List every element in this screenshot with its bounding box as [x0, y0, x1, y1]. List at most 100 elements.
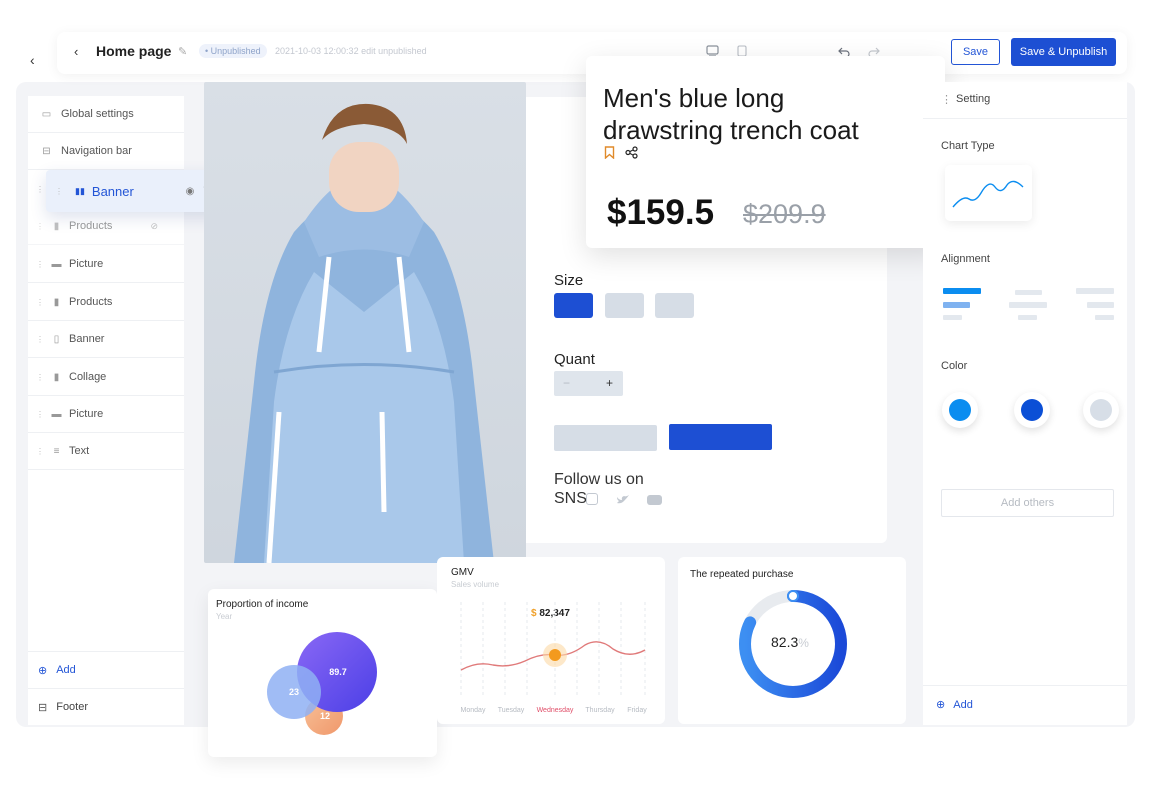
product-title: Men's blue long drawstring trench coat	[603, 82, 859, 146]
sidebar-item-label: Banner	[69, 333, 105, 345]
youtube-icon[interactable]	[647, 495, 662, 505]
back-icon[interactable]: ‹	[74, 44, 78, 59]
gmv-x-tick-label: Tuesday	[498, 707, 525, 714]
sidebar-item-picture[interactable]: ⋮ ▬ Picture	[28, 246, 184, 283]
divider	[923, 118, 1127, 119]
quantity-plus-button[interactable]: +	[606, 376, 613, 390]
gmv-x-tick-label: Wednesday	[537, 707, 574, 714]
bubble-label-a: 89.7	[329, 667, 347, 677]
income-bubble-chart: 89.7 23 12	[267, 632, 377, 735]
align-bar	[1087, 302, 1114, 308]
settings-add-label: Add	[953, 699, 973, 711]
drag-handle-icon[interactable]: ⋮	[36, 410, 44, 419]
color-swatch-light-blue[interactable]	[942, 392, 978, 428]
instagram-icon[interactable]	[586, 493, 598, 505]
edit-title-icon[interactable]: ✎	[178, 45, 187, 58]
drag-handle-icon[interactable]: ⋮	[36, 335, 44, 344]
collage-icon: ▮	[53, 371, 60, 383]
undo-icon[interactable]	[838, 46, 850, 56]
product-old-price: $209.9	[743, 199, 826, 229]
align-bar	[1018, 315, 1037, 320]
settings-drag-icon: ⋮	[941, 94, 952, 106]
eye-icon[interactable]: ◉	[186, 186, 195, 197]
sidebar-item-label: Collage	[69, 371, 107, 383]
color-swatch-gray[interactable]	[1083, 392, 1119, 428]
drag-handle-icon[interactable]: ⋮	[36, 260, 44, 269]
align-bar	[943, 315, 962, 320]
gmv-x-tick-label: Thursday	[585, 707, 615, 714]
buy-now-button[interactable]	[669, 424, 772, 450]
navigation-icon: ⊟	[42, 145, 51, 157]
drag-handle-icon[interactable]: ⋮	[36, 298, 44, 307]
sidebar-item-products[interactable]: ⋮ ▮ Products ⊘	[28, 208, 184, 245]
settings-add-button[interactable]: ⊕ Add	[936, 698, 973, 711]
sidebar-item-label: Products	[69, 296, 113, 308]
add-label: Add	[56, 664, 76, 676]
product-title-line-2: drawstring trench coat	[603, 115, 859, 145]
donut-knob	[787, 590, 799, 602]
size-label: Size	[554, 272, 584, 289]
sidebar-item-banner[interactable]: ⋮ ▯ Banner	[28, 321, 184, 358]
line-chart-icon	[952, 180, 1024, 208]
sidebar-item-navigation-bar[interactable]: ⊟ Navigation bar	[28, 133, 184, 170]
size-option[interactable]	[605, 293, 644, 318]
add-section-button[interactable]: ⊕ Add	[28, 651, 184, 688]
redo-icon[interactable]	[868, 46, 880, 56]
status-badge: • Unpublished	[199, 44, 267, 58]
save-button[interactable]: Save	[951, 39, 1000, 65]
drag-handle-icon[interactable]: ⋮	[36, 222, 44, 231]
quantity-minus-button[interactable]: −	[563, 376, 570, 390]
picture-icon: ▬	[51, 408, 62, 420]
add-to-cart-button[interactable]	[554, 425, 657, 451]
repeat-value-number: 82.3	[771, 634, 799, 650]
sidebar-item-collage[interactable]: ⋮ ▮ Collage	[28, 359, 184, 396]
gmv-highlight-point	[549, 649, 561, 661]
sidebar-item-global-settings[interactable]: ▭ Global settings	[28, 96, 184, 133]
hide-icon[interactable]: ⊘	[150, 221, 158, 232]
align-center-option[interactable]	[1009, 286, 1049, 322]
align-left-option[interactable]	[943, 286, 983, 322]
align-bar	[943, 288, 981, 294]
banner-icon: ▮▮	[75, 185, 85, 196]
size-option-selected[interactable]	[554, 293, 593, 318]
products-icon: ▮	[53, 220, 60, 232]
quant-label: Quant	[554, 351, 595, 368]
sidebar-item-footer[interactable]: ⊟ Footer	[28, 688, 184, 725]
status-text: 2021-10-03 12:00:32 edit unpublished	[275, 46, 427, 56]
follow-line-1: Follow us on	[554, 471, 644, 488]
chart-type-option[interactable]	[945, 165, 1032, 221]
drag-handle-icon[interactable]: ⋮	[36, 447, 44, 456]
dragging-banner-item[interactable]: ⋮ ▮▮ Banner ◉ 🗑	[46, 170, 227, 212]
bubble-label-b: 12	[320, 711, 330, 721]
product-price: $159.5	[607, 193, 715, 232]
sidebar-item-label: Picture	[69, 258, 104, 270]
repeat-value: 82.3%	[771, 634, 809, 650]
plus-circle-icon: ⊕	[936, 699, 946, 711]
sidebar-item-products[interactable]: ⋮ ▮ Products	[28, 284, 184, 321]
sidebar-item-text[interactable]: ⋮ ≡ Text	[28, 433, 184, 470]
size-option[interactable]	[655, 293, 694, 318]
follow-line-2: SNS	[554, 490, 587, 507]
add-others-button[interactable]: Add others	[941, 489, 1114, 517]
sidebar-item-label: Products	[69, 220, 113, 232]
save-unpublish-button[interactable]: Save & Unpublish	[1011, 38, 1116, 66]
sidebar-item-label: Text	[69, 445, 90, 457]
twitter-icon[interactable]	[616, 494, 630, 505]
align-bar	[1009, 302, 1047, 308]
color-swatch-dark-blue[interactable]	[1014, 392, 1050, 428]
share-icon[interactable]	[625, 146, 638, 159]
gmv-x-tick-label: Friday	[627, 707, 647, 714]
dragging-item-label: Banner	[91, 183, 134, 199]
align-right-option[interactable]	[1075, 286, 1115, 322]
bookmark-icon[interactable]	[604, 146, 615, 159]
products-icon: ▮	[53, 296, 60, 308]
drag-handle-icon[interactable]: ⋮	[55, 187, 63, 196]
sidebar-item-picture[interactable]: ⋮ ▬ Picture	[28, 396, 184, 433]
settings-icon: ▭	[41, 108, 52, 120]
product-title-line-1: Men's blue long	[603, 83, 785, 113]
banner-icon: ▯	[53, 333, 60, 345]
align-bar	[1076, 288, 1114, 294]
outer-back-icon[interactable]: ‹	[30, 52, 35, 68]
footer-icon: ⊟	[38, 701, 48, 714]
drag-handle-icon[interactable]: ⋮	[36, 373, 44, 382]
